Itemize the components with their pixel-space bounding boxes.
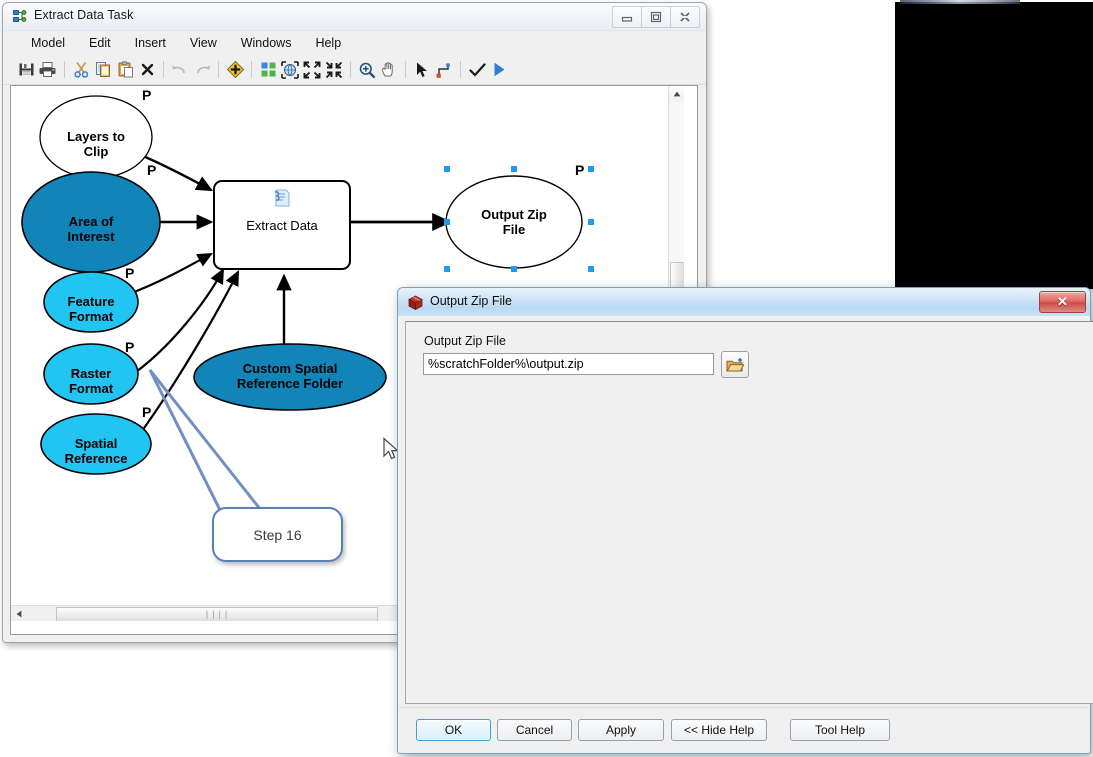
separator-6 bbox=[405, 61, 406, 78]
cancel-button[interactable]: Cancel bbox=[497, 719, 572, 741]
undo-button[interactable] bbox=[169, 59, 191, 81]
ok-button[interactable]: OK bbox=[416, 719, 491, 741]
menu-windows[interactable]: Windows bbox=[229, 33, 304, 53]
close-button[interactable] bbox=[670, 6, 700, 28]
cut-button[interactable] bbox=[70, 59, 92, 81]
selection-handle-sw[interactable] bbox=[444, 266, 450, 272]
node-extract-data-label: Extract Data bbox=[246, 218, 318, 233]
param-label-feature-format: P bbox=[125, 265, 135, 281]
paste-button[interactable] bbox=[114, 59, 136, 81]
param-label-area-of-interest: P bbox=[147, 162, 157, 178]
geoprocessing-tool-icon bbox=[407, 294, 424, 311]
node-output-zip-file[interactable] bbox=[445, 175, 583, 269]
tool-help-button-label: Tool Help bbox=[814, 723, 866, 737]
node-custom-spatial-reference-folder[interactable] bbox=[193, 343, 387, 411]
param-label-spatial-reference: P bbox=[142, 404, 152, 420]
dialog-titlebar[interactable]: Output Zip File ✕ bbox=[398, 288, 1090, 316]
selection-handle-e[interactable] bbox=[588, 219, 594, 225]
apply-button-label: Apply bbox=[605, 723, 637, 737]
minimize-button[interactable] bbox=[612, 6, 642, 28]
ok-button-label: OK bbox=[444, 723, 463, 737]
open-folder-icon bbox=[726, 357, 744, 371]
full-view-button[interactable] bbox=[279, 59, 301, 81]
dialog-title: Output Zip File bbox=[430, 294, 512, 308]
run-button[interactable] bbox=[488, 59, 510, 81]
zoom-in-button[interactable] bbox=[356, 59, 378, 81]
scroll-up-icon[interactable] bbox=[669, 86, 684, 102]
separator-3 bbox=[218, 61, 219, 78]
save-button[interactable] bbox=[15, 59, 37, 81]
dialog-close-button[interactable]: ✕ bbox=[1039, 291, 1086, 313]
scroll-left-icon[interactable] bbox=[11, 606, 27, 621]
model-menubar: Model Edit Insert View Windows Help bbox=[3, 31, 706, 55]
print-button[interactable] bbox=[37, 59, 59, 81]
close-icon: ✕ bbox=[1057, 294, 1068, 309]
param-label-layers-to-clip: P bbox=[142, 87, 152, 103]
delete-button[interactable] bbox=[136, 59, 158, 81]
script-tool-icon bbox=[272, 188, 292, 210]
menu-help[interactable]: Help bbox=[303, 33, 353, 53]
menu-edit[interactable]: Edit bbox=[77, 33, 123, 53]
menu-model[interactable]: Model bbox=[19, 33, 77, 53]
selection-handle-n[interactable] bbox=[511, 166, 517, 172]
node-extract-data-tool[interactable]: Extract Data bbox=[213, 180, 351, 270]
auto-layout-button[interactable] bbox=[257, 59, 279, 81]
restore-button[interactable] bbox=[641, 6, 671, 28]
model-window-titlebar[interactable]: Extract Data Task bbox=[3, 3, 706, 31]
separator-2 bbox=[163, 61, 164, 78]
separator-7 bbox=[460, 61, 461, 78]
selection-handle-se[interactable] bbox=[588, 266, 594, 272]
selection-handle-s[interactable] bbox=[511, 266, 517, 272]
select-button[interactable] bbox=[411, 59, 433, 81]
separator-5 bbox=[350, 61, 351, 78]
selection-handle-ne[interactable] bbox=[588, 166, 594, 172]
cancel-button-label: Cancel bbox=[515, 723, 554, 737]
dialog-parameter-panel: Output Zip File bbox=[405, 321, 1093, 704]
window-controls bbox=[612, 6, 700, 28]
background-white-strip bbox=[880, 0, 894, 289]
node-feature-format[interactable] bbox=[43, 271, 139, 333]
tool-help-button[interactable]: Tool Help bbox=[790, 719, 890, 741]
scroll-grip: |||| bbox=[204, 609, 230, 620]
output-zip-file-label: Output Zip File bbox=[424, 334, 506, 348]
connector-feature-format bbox=[128, 252, 213, 296]
zoom-whole-page-button[interactable] bbox=[323, 59, 345, 81]
add-data-button[interactable] bbox=[224, 59, 246, 81]
step-callout: Step 16 bbox=[212, 507, 343, 562]
pan-button[interactable] bbox=[378, 59, 400, 81]
hide-help-button-label: << Hide Help bbox=[683, 723, 755, 737]
validate-button[interactable] bbox=[466, 59, 488, 81]
apply-button[interactable]: Apply bbox=[578, 719, 664, 741]
selection-handle-w[interactable] bbox=[444, 219, 450, 225]
model-icon bbox=[13, 9, 28, 24]
hide-help-button[interactable]: << Hide Help bbox=[671, 719, 767, 741]
node-raster-format[interactable] bbox=[43, 343, 139, 405]
model-toolbar bbox=[3, 55, 706, 85]
node-spatial-reference[interactable] bbox=[40, 413, 152, 475]
output-zip-file-dialog: Output Zip File ✕ Output Zip File %scrat… bbox=[397, 287, 1093, 754]
menu-view[interactable]: View bbox=[178, 33, 229, 53]
separator-1 bbox=[64, 61, 65, 78]
selection-handle-nw[interactable] bbox=[444, 166, 450, 172]
dialog-button-bar: OK Cancel Apply << Hide Help Tool Help bbox=[399, 707, 1089, 752]
menu-insert[interactable]: Insert bbox=[123, 33, 178, 53]
step-callout-label: Step 16 bbox=[253, 526, 302, 543]
output-zip-file-row bbox=[423, 351, 753, 378]
node-layers-to-clip[interactable] bbox=[39, 95, 153, 179]
separator-4 bbox=[251, 61, 252, 78]
canvas-hscroll-thumb[interactable]: |||| bbox=[56, 607, 378, 621]
copy-button[interactable] bbox=[92, 59, 114, 81]
param-label-raster-format: P bbox=[125, 339, 135, 355]
param-label-output-zip-file: P bbox=[575, 162, 585, 178]
output-zip-file-input[interactable] bbox=[423, 353, 714, 375]
background-black-panel bbox=[895, 2, 1093, 289]
redo-button[interactable] bbox=[191, 59, 213, 81]
browse-folder-button[interactable] bbox=[721, 351, 749, 378]
node-area-of-interest[interactable] bbox=[21, 171, 161, 273]
screen-root: Extract Data Task Model Edit Insert View… bbox=[0, 0, 1093, 757]
model-window-title: Extract Data Task bbox=[34, 8, 134, 22]
zoom-to-selection-button[interactable] bbox=[301, 59, 323, 81]
background-blurred-text bbox=[900, 0, 1020, 4]
connect-button[interactable] bbox=[433, 59, 455, 81]
